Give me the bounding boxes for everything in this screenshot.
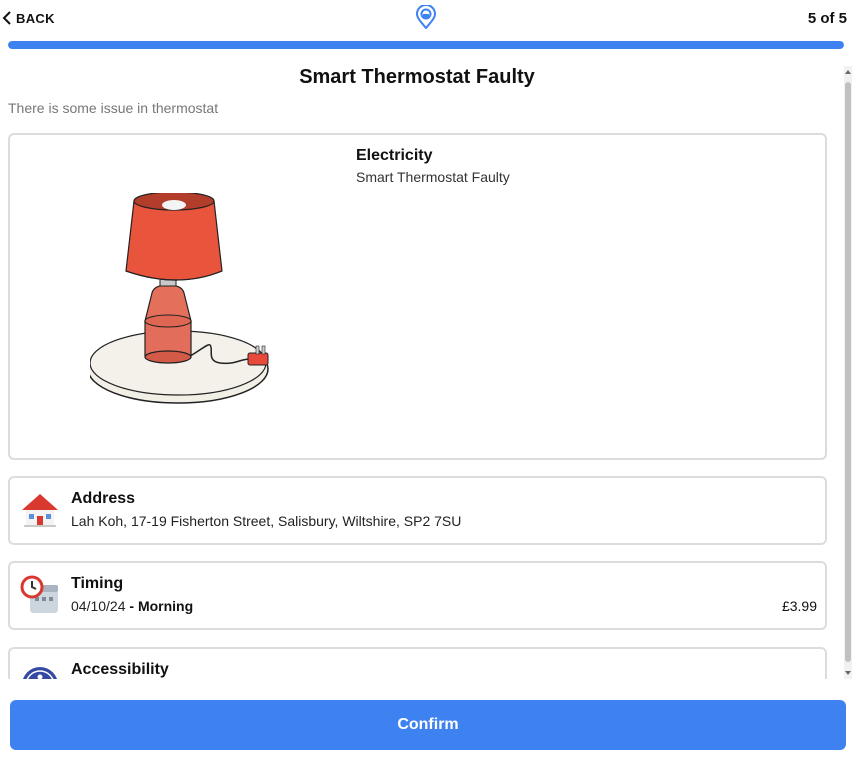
clock-calendar-icon	[20, 575, 58, 613]
scrollbar[interactable]	[844, 66, 852, 679]
issue-category: Electricity	[356, 147, 433, 164]
content-scroll-area[interactable]: Smart Thermostat Faulty There is some is…	[0, 50, 844, 679]
address-value: Lah Koh, 17-19 Fisherton Street, Salisbu…	[71, 513, 462, 529]
page-title: Smart Thermostat Faulty	[299, 66, 535, 88]
accessibility-icon	[23, 667, 57, 679]
confirm-button[interactable]: Confirm	[10, 700, 846, 750]
timing-separator: -	[125, 598, 138, 614]
issue-subcategory: Smart Thermostat Faulty	[356, 169, 510, 185]
address-card[interactable]: Address Lah Koh, 17-19 Fisherton Street,…	[8, 476, 827, 545]
progress-fill	[8, 41, 844, 49]
location-pin-logo-icon	[415, 5, 437, 29]
issue-card: Electricity Smart Thermostat Faulty	[8, 133, 827, 460]
timing-heading: Timing	[71, 575, 124, 592]
progress-bar	[8, 41, 844, 49]
back-button[interactable]: BACK	[0, 8, 55, 28]
timing-slot: Morning	[137, 598, 194, 614]
timing-price: £3.99	[781, 598, 817, 614]
house-icon	[22, 494, 58, 527]
accessibility-card[interactable]: Accessibility	[8, 647, 827, 679]
timing-card[interactable]: Timing 04/10/24 - Morning £3.99	[8, 561, 827, 630]
chevron-left-icon	[2, 11, 11, 25]
address-heading: Address	[71, 490, 136, 507]
step-indicator: 5 of 5	[807, 10, 847, 27]
scrollbar-thumb[interactable]	[845, 82, 851, 662]
scroll-up-arrow[interactable]	[845, 70, 851, 74]
timing-value: 04/10/24 - Morning	[71, 598, 193, 614]
table-lamp-illustration	[90, 193, 269, 404]
issue-description: There is some issue in thermostat	[8, 100, 219, 116]
back-label: BACK	[16, 10, 55, 26]
top-bar: BACK 5 of 5	[0, 0, 852, 40]
timing-date: 04/10/24	[71, 598, 126, 614]
accessibility-heading: Accessibility	[71, 661, 169, 678]
scroll-down-arrow[interactable]	[845, 671, 851, 675]
